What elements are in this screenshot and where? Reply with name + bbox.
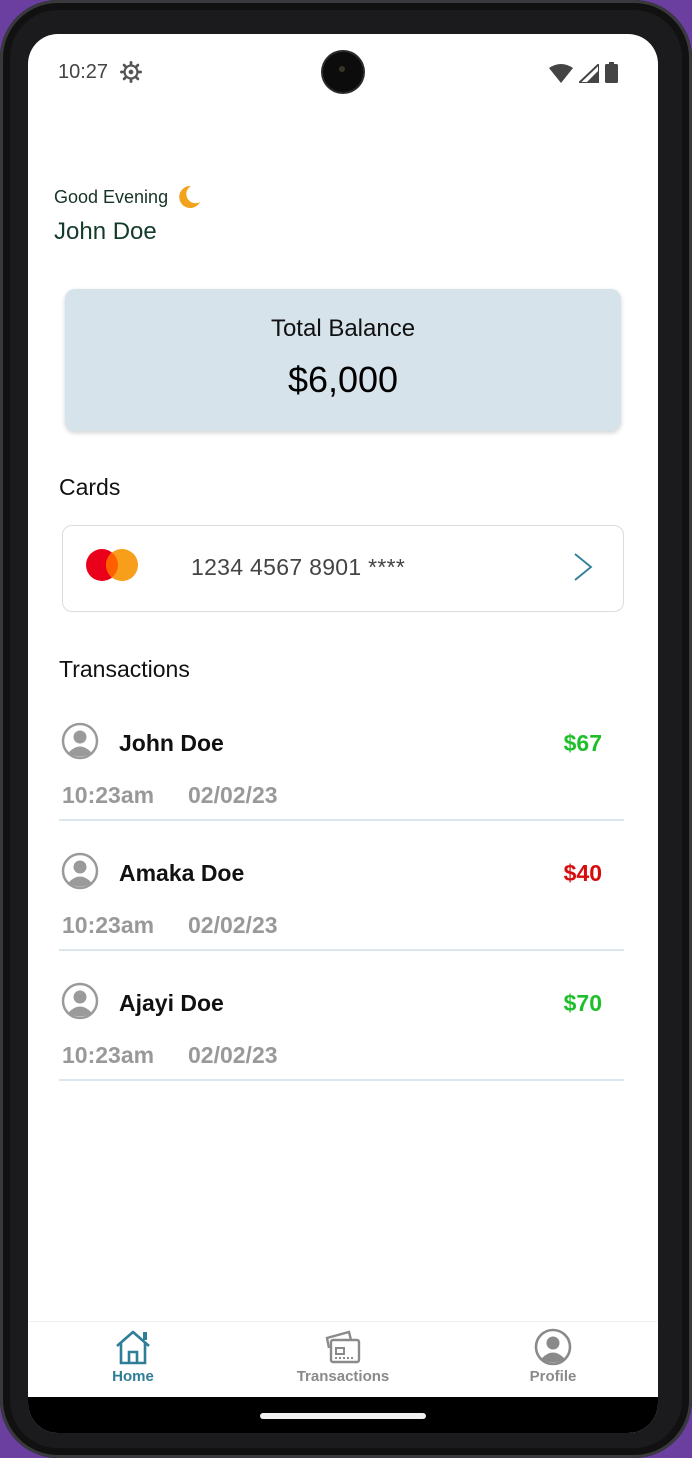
transaction-amount: $67 xyxy=(563,730,602,756)
status-time: 10:27 xyxy=(58,61,109,83)
transaction-name: Amaka Doe xyxy=(119,860,245,886)
balance-label: Total Balance xyxy=(270,315,416,342)
transaction-item[interactable]: John Doe $67 10:23am 02/02/23 xyxy=(46,706,640,836)
card-number: 1234 4567 8901 **** xyxy=(191,554,406,580)
transaction-time: 10:23am xyxy=(62,1042,155,1068)
nav-profile-label: Profile xyxy=(529,1368,577,1385)
app-screen: 10:27 Good Evening John Doe Total Balanc… xyxy=(28,34,658,1433)
battery-icon xyxy=(605,62,618,83)
nav-home-label: Home xyxy=(112,1368,154,1385)
divider xyxy=(59,949,624,951)
balance-amount: $6,000 xyxy=(287,359,399,400)
wifi-icon xyxy=(549,64,573,83)
cards-section-title: Cards xyxy=(59,474,121,500)
settings-gear-icon xyxy=(120,61,142,83)
crescent-moon-icon xyxy=(179,185,201,208)
greeting: Good Evening xyxy=(54,184,202,210)
transaction-date: 02/02/23 xyxy=(188,1042,278,1068)
signal-icon xyxy=(579,64,599,83)
transaction-item[interactable]: Amaka Doe $40 10:23am 02/02/23 xyxy=(46,836,640,966)
mastercard-icon xyxy=(86,549,138,581)
status-bar: 10:27 xyxy=(28,34,658,110)
status-icons xyxy=(549,62,618,83)
greeting-text: Good Evening xyxy=(54,186,169,207)
divider xyxy=(59,819,624,821)
user-name: John Doe xyxy=(54,218,157,245)
card-item[interactable]: 1234 4567 8901 **** xyxy=(62,525,624,612)
chevron-right-icon[interactable] xyxy=(571,552,595,582)
transaction-name: Ajayi Doe xyxy=(119,990,224,1016)
front-camera xyxy=(323,52,363,92)
divider xyxy=(59,1079,624,1081)
transaction-time: 10:23am xyxy=(62,912,155,938)
nav-transactions[interactable]: Transactions xyxy=(283,1328,403,1385)
transaction-amount: $40 xyxy=(563,860,602,886)
transaction-name: John Doe xyxy=(119,730,224,756)
nav-profile[interactable]: Profile xyxy=(493,1328,613,1385)
balance-card: Total Balance $6,000 xyxy=(65,289,621,431)
user-avatar-icon xyxy=(61,982,99,1020)
transaction-time: 10:23am xyxy=(62,782,155,808)
home-indicator[interactable] xyxy=(260,1413,426,1419)
transaction-date: 02/02/23 xyxy=(188,912,278,938)
home-icon xyxy=(116,1330,150,1365)
transaction-amount: $70 xyxy=(563,990,602,1016)
user-avatar-icon xyxy=(61,852,99,890)
user-avatar-icon xyxy=(61,722,99,760)
nav-transactions-label: Transactions xyxy=(296,1368,390,1385)
phone-frame: 10:27 Good Evening John Doe Total Balanc… xyxy=(0,0,692,1458)
profile-icon xyxy=(534,1328,572,1366)
nav-home[interactable]: Home xyxy=(73,1328,193,1385)
transaction-item[interactable]: Ajayi Doe $70 10:23am 02/02/23 xyxy=(46,966,640,1096)
transaction-date: 02/02/23 xyxy=(188,782,278,808)
transactions-icon xyxy=(325,1330,361,1364)
transaction-list: John Doe $67 10:23am 02/02/23 Amaka Doe … xyxy=(46,706,640,1096)
transactions-section-title: Transactions xyxy=(59,656,190,682)
bottom-nav: Home Transactions Profile xyxy=(28,1321,658,1397)
